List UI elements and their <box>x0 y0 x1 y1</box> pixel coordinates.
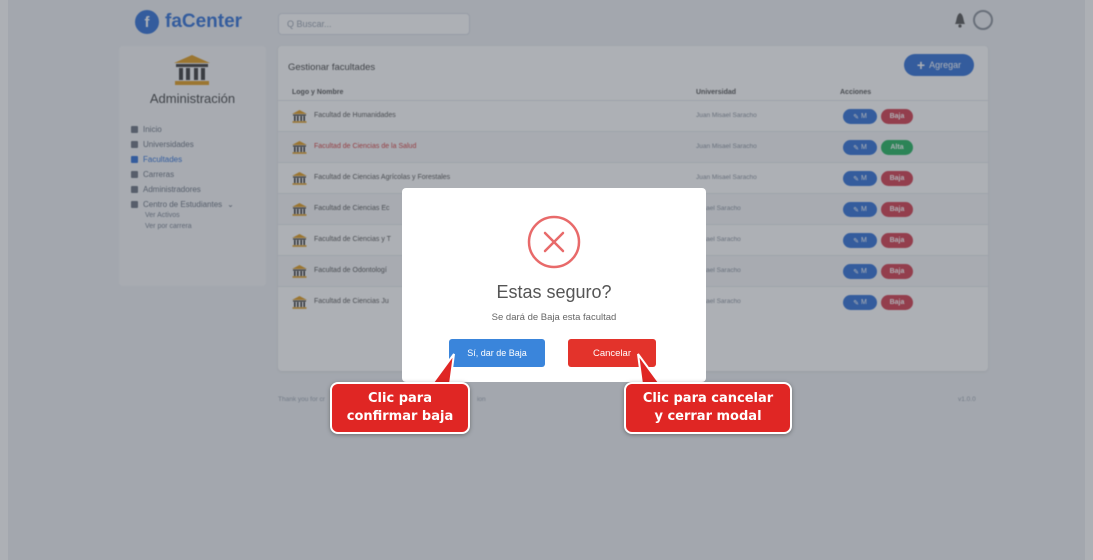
callout-confirm: Clic para confirmar baja <box>330 382 470 434</box>
callout-right-pointer <box>637 353 662 385</box>
modal-title: Estas seguro? <box>496 282 612 302</box>
error-x-icon <box>527 215 581 269</box>
callout-confirm-line2: confirmar baja <box>346 409 454 424</box>
modal-message: Se dará de Baja esta facultad <box>491 312 617 323</box>
callout-confirm-line1: Clic para <box>368 391 432 406</box>
callout-cancel-line1: Clic para cancelar <box>642 391 774 406</box>
callout-cancel: Clic para cancelar y cerrar modal <box>624 382 792 434</box>
callout-cancel-line2: y cerrar modal <box>654 409 762 424</box>
callout-left-pointer <box>430 353 455 385</box>
confirm-baja-button[interactable]: Sí, dar de Baja <box>449 339 545 367</box>
